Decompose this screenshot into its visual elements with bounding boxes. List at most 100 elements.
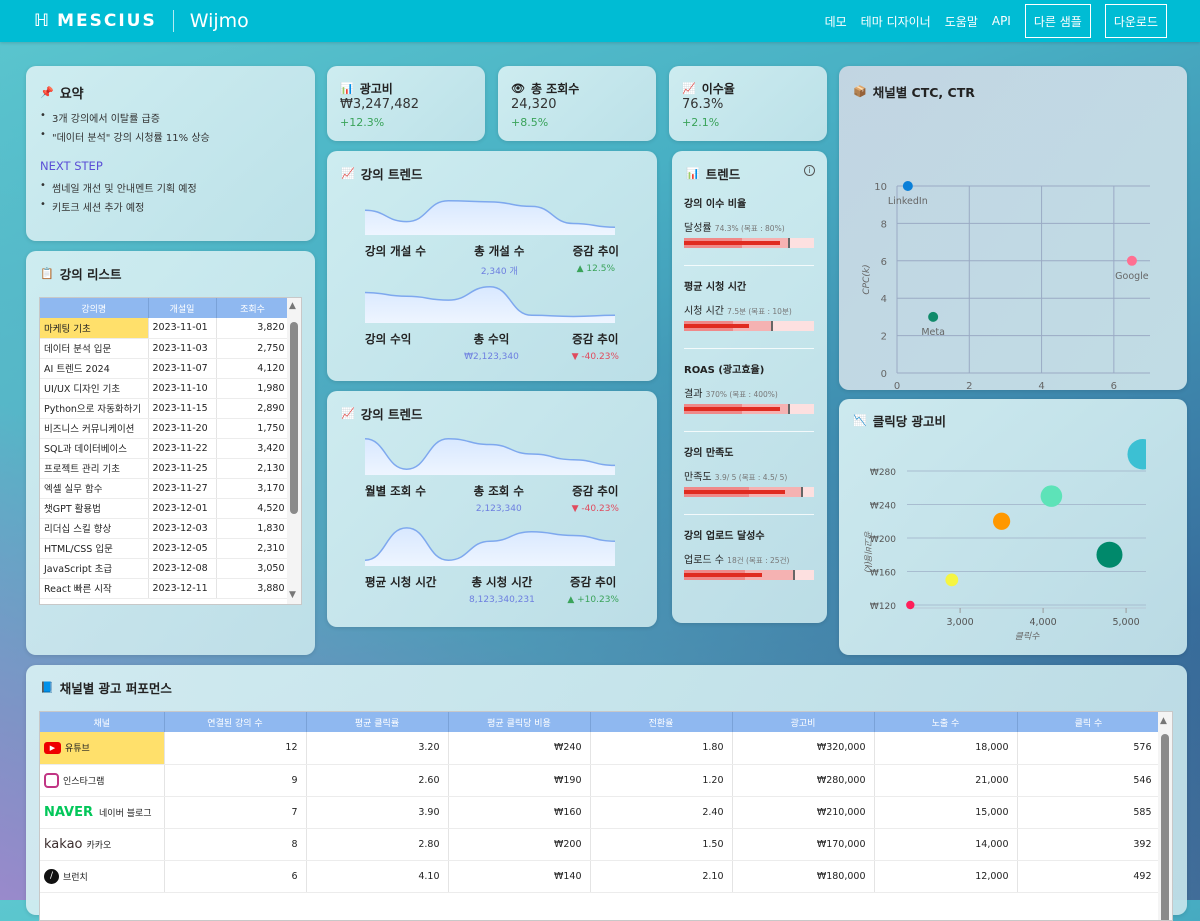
views-cell[interactable]: 1,750: [216, 418, 290, 439]
views-cell[interactable]: 3,420: [216, 438, 290, 459]
data-cell[interactable]: 6: [164, 860, 307, 893]
data-cell[interactable]: ₩180,000: [732, 860, 875, 893]
scroll-up-icon[interactable]: ▲: [1160, 716, 1167, 726]
open-date-cell[interactable]: 2023-12-05: [148, 538, 217, 559]
data-cell[interactable]: 8: [164, 828, 307, 861]
table-row[interactable]: / 브런치 6 4.10 ₩140 2.10 ₩180,000 12,000 492: [40, 860, 1161, 893]
data-cell[interactable]: 3.20: [306, 732, 449, 765]
column-header[interactable]: 강의명: [40, 298, 149, 318]
bubble-point[interactable]: [945, 573, 959, 587]
data-cell[interactable]: ₩200: [448, 828, 591, 861]
scatter-point[interactable]: [902, 181, 913, 191]
course-name-cell[interactable]: 프로젝트 관리 기초: [40, 458, 149, 479]
channel-cell[interactable]: kakao 카카오: [40, 828, 165, 861]
table-row[interactable]: 엑셀 실무 함수 2023-11-27 3,170: [40, 478, 290, 499]
open-date-cell[interactable]: 2023-11-07: [148, 358, 217, 379]
data-cell[interactable]: 492: [1017, 860, 1161, 893]
open-date-cell[interactable]: 2023-11-03: [148, 338, 217, 359]
course-name-cell[interactable]: SQL과 데이터베이스: [40, 438, 149, 459]
bubble-point[interactable]: [993, 512, 1011, 530]
nav-theme-designer[interactable]: 테마 디자이너: [861, 13, 931, 30]
table-row[interactable]: 인스타그램 9 2.60 ₩190 1.20 ₩280,000 21,000 546: [40, 764, 1161, 797]
table-row[interactable]: ▶ 유튜브 12 3.20 ₩240 1.80 ₩320,000 18,000 576: [40, 732, 1161, 765]
course-name-cell[interactable]: Python으로 자동화하기: [40, 398, 149, 419]
column-header[interactable]: 노출 수: [874, 712, 1018, 732]
views-cell[interactable]: 2,890: [216, 398, 290, 419]
data-cell[interactable]: ₩160: [448, 796, 591, 829]
data-cell[interactable]: 2.60: [306, 764, 449, 797]
open-date-cell[interactable]: 2023-11-01: [148, 318, 217, 339]
views-cell[interactable]: 3,050: [216, 558, 290, 579]
views-cell[interactable]: 2,310: [216, 538, 290, 559]
brand-logo[interactable]: ℍ MESCIUS Wijmo: [34, 10, 249, 32]
open-date-cell[interactable]: 2023-11-22: [148, 438, 217, 459]
scroll-thumb[interactable]: [290, 322, 298, 514]
table-row[interactable]: 챗GPT 활용법 2023-12-01 4,520: [40, 498, 290, 519]
course-grid[interactable]: 강의명 개설일 조회수 마케팅 기초 2023-11-01 3,820 데이터 분석 …: [39, 297, 302, 605]
views-cell[interactable]: 4,120: [216, 358, 290, 379]
table-row[interactable]: 데이터 분석 입문 2023-11-03 2,750: [40, 338, 290, 359]
channel-cell[interactable]: ▶ 유튜브: [40, 732, 165, 765]
open-date-cell[interactable]: 2023-11-25: [148, 458, 217, 479]
data-cell[interactable]: ₩140: [448, 860, 591, 893]
data-cell[interactable]: ₩190: [448, 764, 591, 797]
data-cell[interactable]: 1.80: [590, 732, 733, 765]
views-cell[interactable]: 3,880: [216, 578, 290, 599]
table-row[interactable]: Python으로 자동화하기 2023-11-15 2,890: [40, 398, 290, 419]
data-cell[interactable]: 2.80: [306, 828, 449, 861]
data-cell[interactable]: 576: [1017, 732, 1161, 765]
views-cell[interactable]: 4,520: [216, 498, 290, 519]
data-cell[interactable]: 18,000: [874, 732, 1018, 765]
data-cell[interactable]: 12,000: [874, 860, 1018, 893]
open-date-cell[interactable]: 2023-11-10: [148, 378, 217, 399]
channel-cell[interactable]: 인스타그램: [40, 764, 165, 797]
course-name-cell[interactable]: 마케팅 기초: [40, 318, 149, 339]
open-date-cell[interactable]: 2023-11-27: [148, 478, 217, 499]
column-header[interactable]: 개설일: [148, 298, 217, 318]
scroll-up-icon[interactable]: ▲: [289, 301, 296, 311]
table-row[interactable]: kakao 카카오 8 2.80 ₩200 1.50 ₩170,000 14,000 392: [40, 828, 1161, 861]
data-cell[interactable]: 21,000: [874, 764, 1018, 797]
data-cell[interactable]: 14,000: [874, 828, 1018, 861]
views-cell[interactable]: 3,170: [216, 478, 290, 499]
data-cell[interactable]: 2.10: [590, 860, 733, 893]
course-name-cell[interactable]: 리더십 스킬 향상: [40, 518, 149, 539]
table-row[interactable]: HTML/CSS 입문 2023-12-05 2,310: [40, 538, 290, 559]
bubble-point[interactable]: [1096, 541, 1123, 568]
course-name-cell[interactable]: React 빠른 시작: [40, 578, 149, 599]
views-cell[interactable]: 1,830: [216, 518, 290, 539]
nav-demo[interactable]: 데모: [825, 13, 847, 30]
table-row[interactable]: NAVER 네이버 블로그 7 3.90 ₩160 2.40 ₩210,000 15,000 5…: [40, 796, 1161, 829]
column-header[interactable]: 클릭 수: [1017, 712, 1161, 732]
ad-performance-grid[interactable]: 채널 연결된 강의 수 평균 클릭률 평균 클릭당 비용 전환율 광고비 노출 수 클릭 수 ▶…: [39, 711, 1173, 921]
other-samples-button[interactable]: 다른 샘플: [1024, 4, 1091, 38]
open-date-cell[interactable]: 2023-11-15: [148, 398, 217, 419]
bubble-point[interactable]: [1040, 485, 1063, 507]
channel-cell[interactable]: NAVER 네이버 블로그: [40, 796, 165, 829]
data-cell[interactable]: 2.40: [590, 796, 733, 829]
nav-api[interactable]: API: [992, 14, 1011, 28]
open-date-cell[interactable]: 2023-12-03: [148, 518, 217, 539]
scroll-down-icon[interactable]: ▼: [289, 590, 296, 600]
table-row[interactable]: JavaScript 초급 2023-12-08 3,050: [40, 558, 290, 579]
data-cell[interactable]: 585: [1017, 796, 1161, 829]
views-cell[interactable]: 1,980: [216, 378, 290, 399]
data-cell[interactable]: 7: [164, 796, 307, 829]
table-row[interactable]: 비즈니스 커뮤니케이션 2023-11-20 1,750: [40, 418, 290, 439]
course-name-cell[interactable]: 챗GPT 활용법: [40, 498, 149, 519]
table-row[interactable]: React 빠른 시작 2023-12-11 3,880: [40, 578, 290, 599]
data-cell[interactable]: 1.20: [590, 764, 733, 797]
data-cell[interactable]: 1.50: [590, 828, 733, 861]
vertical-scrollbar[interactable]: ▲ ▼: [287, 298, 301, 604]
open-date-cell[interactable]: 2023-12-11: [148, 578, 217, 599]
info-icon[interactable]: i: [804, 165, 815, 176]
bubble-point[interactable]: [1127, 439, 1157, 470]
data-cell[interactable]: 12: [164, 732, 307, 765]
data-cell[interactable]: 9: [164, 764, 307, 797]
data-cell[interactable]: 392: [1017, 828, 1161, 861]
table-row[interactable]: 리더십 스킬 향상 2023-12-03 1,830: [40, 518, 290, 539]
column-header[interactable]: 연결된 강의 수: [164, 712, 307, 732]
table-row[interactable]: SQL과 데이터베이스 2023-11-22 3,420: [40, 438, 290, 459]
table-row[interactable]: 마케팅 기초 2023-11-01 3,820: [40, 318, 290, 339]
open-date-cell[interactable]: 2023-12-01: [148, 498, 217, 519]
